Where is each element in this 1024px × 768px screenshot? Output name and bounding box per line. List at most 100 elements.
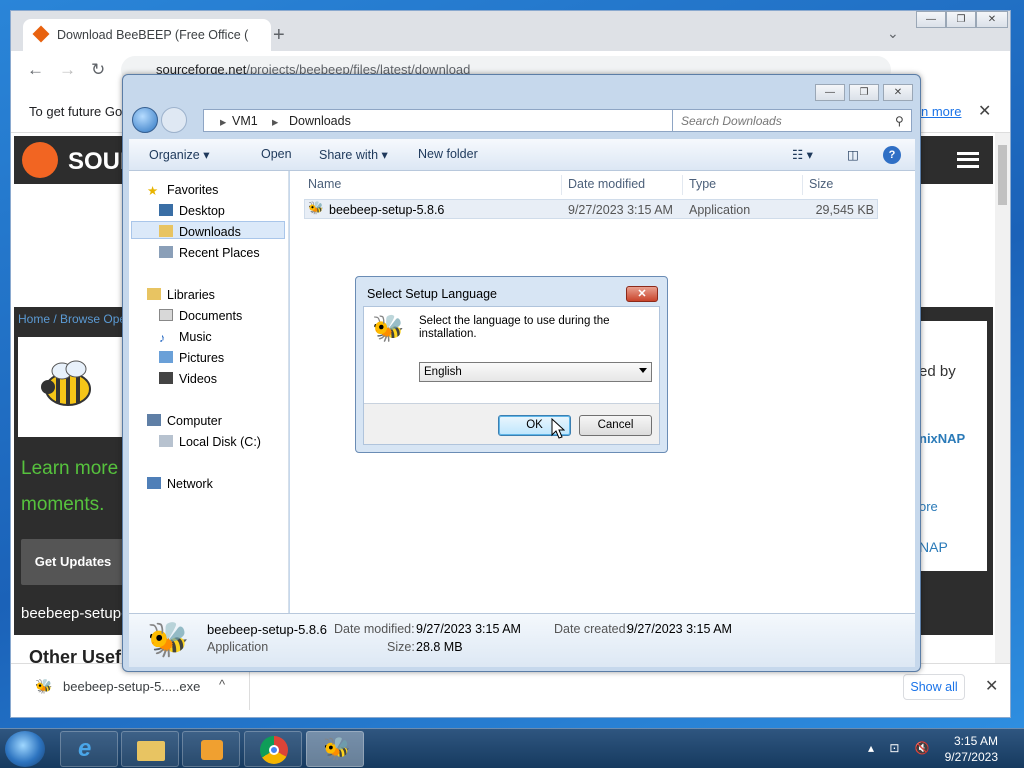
view-options-icon[interactable]: ☷ ▾ <box>792 147 813 162</box>
sponsor-logo[interactable]: nixNAP <box>919 431 965 446</box>
nav-recent-places-label: Recent Places <box>179 246 260 260</box>
organize-menu[interactable]: Organize ▾ <box>149 147 209 162</box>
open-button[interactable]: Open <box>261 147 292 161</box>
start-button[interactable] <box>5 731 45 767</box>
details-file-name: beebeep-setup-5.8.6 <box>207 622 327 637</box>
download-item-name[interactable]: beebeep-setup-5.....exe <box>63 679 200 694</box>
details-date-modified-label: Date modified: <box>334 622 415 636</box>
tab-search-icon[interactable]: ⌄ <box>887 25 899 42</box>
column-date-modified[interactable]: Date modified <box>568 177 645 191</box>
column-divider-2 <box>682 175 683 195</box>
bee-file-icon: 🐝 <box>35 678 53 694</box>
new-tab-button[interactable]: + <box>273 24 285 47</box>
minimize-button[interactable]: — <box>916 11 946 28</box>
hamburger-menu-icon[interactable] <box>957 152 979 168</box>
bee-icon <box>41 360 91 406</box>
nav-desktop[interactable]: Desktop <box>159 204 225 218</box>
scrollbar-thumb[interactable] <box>998 145 1007 205</box>
breadcrumb-vm1[interactable]: VM1 <box>232 114 258 128</box>
dialog-title: Select Setup Language <box>367 287 497 301</box>
details-size: 28.8 MB <box>416 640 463 654</box>
help-icon[interactable]: ? <box>883 146 901 164</box>
nav-libraries-label: Libraries <box>167 288 215 302</box>
nav-desktop-label: Desktop <box>179 204 225 218</box>
share-with-menu[interactable]: Share with ▾ <box>319 147 388 162</box>
nav-favorites[interactable]: ★ Favorites <box>147 183 219 198</box>
chevron-up-icon[interactable]: ^ <box>219 677 225 692</box>
chrome-icon[interactable] <box>244 731 302 767</box>
file-type: Application <box>689 203 751 217</box>
language-select[interactable]: English <box>419 362 652 382</box>
bee-file-icon: 🐝 <box>308 201 324 215</box>
maximize-button[interactable]: ❐ <box>946 11 976 28</box>
divider <box>249 672 250 710</box>
sponsor-link[interactable]: ore <box>919 499 938 514</box>
search-icon: ⚲ <box>895 114 904 128</box>
file-date-modified: 9/27/2023 3:15 AM <box>568 203 673 217</box>
explorer-address-bar[interactable]: VM1 ▸ ▸ Downloads <box>203 109 687 132</box>
nav-downloads[interactable]: Downloads <box>159 225 241 239</box>
cancel-button[interactable]: Cancel <box>579 415 652 436</box>
nav-local-disk[interactable]: Local Disk (C:) <box>159 435 261 449</box>
info-bar-close-icon[interactable]: ✕ <box>978 101 991 121</box>
details-file-type: Application <box>207 640 269 654</box>
search-placeholder: Search Downloads <box>681 114 782 128</box>
downloads-bar-close-icon[interactable]: ✕ <box>985 676 998 696</box>
nav-local-disk-label: Local Disk (C:) <box>179 435 261 449</box>
clock-date: 9/27/2023 <box>944 750 998 764</box>
explorer-minimize-button[interactable]: — <box>815 84 845 101</box>
page-scrollbar[interactable] <box>995 133 1010 663</box>
back-arrow-icon[interactable] <box>132 107 158 133</box>
nav-music[interactable]: ♪ Music <box>159 330 212 345</box>
new-folder-button[interactable]: New folder <box>418 147 478 161</box>
browser-tab[interactable]: Download BeeBEEP (Free Office ( <box>23 19 271 51</box>
explorer-close-button[interactable]: ✕ <box>883 84 913 101</box>
details-date-modified: 9/27/2023 3:15 AM <box>416 622 521 636</box>
bee-installer-icon: 🐝 <box>372 313 405 343</box>
details-size-label: Size: <box>387 640 415 654</box>
beebeep-taskbar-icon[interactable]: 🐝 <box>306 731 364 767</box>
sponsor-text: ed by <box>919 363 956 380</box>
nav-computer[interactable]: Computer <box>147 414 222 428</box>
dialog-close-button[interactable]: ✕ <box>626 286 658 302</box>
column-size[interactable]: Size <box>809 177 833 191</box>
file-explorer-icon[interactable] <box>121 731 179 767</box>
learn-more-link[interactable]: n more <box>921 104 961 119</box>
show-all-button[interactable]: Show all <box>903 674 965 700</box>
forward-arrow-icon[interactable] <box>161 107 187 133</box>
breadcrumb-separator-icon: ▸ <box>220 115 227 129</box>
sourceforge-logo-icon[interactable] <box>22 142 58 178</box>
system-tray-icons[interactable]: ▴ ⊡ 🔇 <box>868 741 936 755</box>
explorer-maximize-button[interactable]: ❐ <box>849 84 879 101</box>
internet-explorer-icon[interactable]: e <box>60 731 118 767</box>
nav-libraries[interactable]: Libraries <box>147 288 215 302</box>
forward-button[interactable]: → <box>59 60 76 80</box>
breadcrumb-downloads[interactable]: Downloads <box>289 114 351 128</box>
explorer-search-input[interactable]: Search Downloads ⚲ <box>672 109 912 132</box>
get-updates-button[interactable]: Get Updates <box>21 539 125 585</box>
nav-music-label: Music <box>179 330 212 344</box>
nav-documents-label: Documents <box>179 309 243 323</box>
close-window-button[interactable]: ✕ <box>976 11 1008 28</box>
column-type[interactable]: Type <box>689 177 716 191</box>
column-name[interactable]: Name <box>308 177 341 191</box>
nav-documents[interactable]: Documents <box>159 309 242 323</box>
preview-pane-icon[interactable]: ◫ <box>847 147 859 162</box>
language-selected-value: English <box>424 366 462 378</box>
nav-recent-places[interactable]: Recent Places <box>159 246 260 260</box>
mouse-cursor-icon <box>551 418 565 439</box>
clock-time: 3:15 AM <box>953 734 998 748</box>
nav-videos[interactable]: Videos <box>159 372 217 386</box>
reload-button[interactable]: ↻ <box>91 60 105 80</box>
nav-pictures[interactable]: Pictures <box>159 351 224 365</box>
media-player-icon[interactable] <box>182 731 240 767</box>
table-row[interactable]: 🐝 beebeep-setup-5.8.6 9/27/2023 3:15 AM … <box>304 199 878 219</box>
nav-network[interactable]: Network <box>147 477 213 491</box>
column-divider <box>561 175 562 195</box>
nav-favorites-label: Favorites <box>167 183 219 197</box>
learn-more-text: Learn more moments. <box>21 458 119 515</box>
back-button[interactable]: ← <box>27 60 44 80</box>
taskbar-clock[interactable]: 3:15 AM 9/27/2023 <box>936 733 998 765</box>
sponsor-link-2[interactable]: NAP <box>919 539 948 555</box>
page-breadcrumb[interactable]: Home / Browse Ope <box>18 312 126 326</box>
